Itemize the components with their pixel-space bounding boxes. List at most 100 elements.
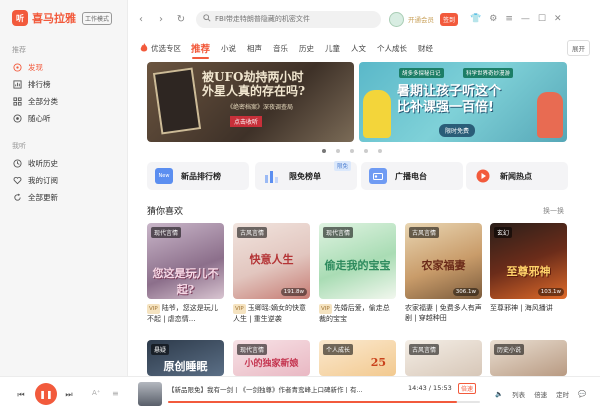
- sidebar-item-categories[interactable]: 全部分类: [0, 93, 127, 110]
- tab-crosstalk[interactable]: 相声: [247, 43, 262, 54]
- volume-icon[interactable]: 🔈: [495, 390, 503, 398]
- banner-ufo[interactable]: 被UFO劫持两小时 外星人真的存在吗? 《绝密档案》深夜调查局 点击收听: [147, 62, 354, 142]
- close-icon[interactable]: ✕: [554, 14, 562, 24]
- tab-recommend[interactable]: 推荐: [191, 41, 210, 59]
- vip-link[interactable]: 开通会员: [408, 14, 434, 24]
- book-desc[interactable]: VIP 陆爷，您这是玩儿不起 | 虐恋情...: [147, 303, 224, 324]
- sidebar-item-subscriptions[interactable]: 我的订阅: [0, 172, 127, 189]
- book-card[interactable]: 现代言情 偷走我的宝宝 VIP 先婚后爱，偷走总裁的宝宝: [319, 223, 396, 324]
- book-card[interactable]: 古风言情 快意人生 191.8w VIP 玉卿瑶:嫡女的快意人生 | 重生逆袭: [233, 223, 310, 324]
- tab-history[interactable]: 历史: [299, 43, 314, 54]
- minimize-icon[interactable]: —: [521, 14, 530, 24]
- cover-title: 小的独家新娘: [244, 359, 299, 369]
- shirt-icon[interactable]: 👕: [470, 14, 481, 24]
- carousel-dot[interactable]: [378, 149, 382, 153]
- track-cover[interactable]: [138, 382, 162, 406]
- sidebar-item-random-listen[interactable]: 随心听: [0, 110, 127, 127]
- banner-kids[interactable]: 胡多多探秘日记 科学世界奇妙漫游 暑期让孩子听这个 比补课强一百倍! 限时免费: [359, 62, 567, 142]
- quick-radio[interactable]: 广播电台: [361, 162, 463, 190]
- sidebar-section-recommend: 推荐: [12, 46, 26, 54]
- mode-badge[interactable]: 工作模式: [82, 11, 113, 25]
- compass-icon: [12, 63, 22, 73]
- banner-title: 被UFO劫持两小时 外星人真的存在吗?: [202, 70, 306, 98]
- progress-fill: [168, 401, 457, 403]
- refresh-button[interactable]: 换一换: [543, 206, 564, 216]
- book-cover[interactable]: 现代言情 您这是玩儿不起?: [147, 223, 224, 299]
- top-bar: ‹ › ↻ 开通会员 签到 👕 ⚙ ≡ — ☐ ✕: [128, 0, 600, 38]
- search-input[interactable]: [215, 15, 375, 23]
- maximize-icon[interactable]: ☐: [538, 14, 546, 24]
- reload-icon[interactable]: ↻: [174, 12, 188, 26]
- carousel-dot[interactable]: [322, 149, 326, 153]
- menu-icon[interactable]: ≡: [505, 14, 513, 24]
- book-desc[interactable]: VIP 先婚后爱，偷走总裁的宝宝: [319, 303, 396, 324]
- play-count: 306.1w: [452, 288, 479, 296]
- book-card[interactable]: 古风言情: [405, 340, 482, 376]
- quick-new-ranking[interactable]: New 新品排行榜: [147, 162, 249, 190]
- previous-icon[interactable]: ⏮: [15, 389, 27, 401]
- sidebar-item-label: 随心听: [28, 114, 51, 123]
- tab-novel[interactable]: 小说: [221, 43, 236, 54]
- book-card[interactable]: 玄幻 至尊邪神 103.1w 至尊邪神 | 海风播讲: [490, 223, 567, 313]
- sidebar-item-discover[interactable]: 发现: [0, 59, 127, 76]
- book-cover[interactable]: 古风言情 农家福妻 306.1w: [405, 223, 482, 299]
- tab-featured[interactable]: 优选专区: [140, 42, 181, 54]
- app-logo-icon[interactable]: 听: [12, 10, 28, 26]
- tab-humanities[interactable]: 人文: [351, 43, 366, 54]
- refresh-icon: [12, 193, 22, 203]
- book-card[interactable]: 现代言情 小的独家新娘: [233, 340, 310, 376]
- speed-button[interactable]: 倍速: [458, 383, 477, 394]
- tab-finance[interactable]: 财经: [418, 43, 433, 54]
- forward-icon[interactable]: ›: [154, 12, 168, 26]
- book-desc[interactable]: 至尊邪神 | 海风播讲: [490, 303, 567, 313]
- banner-photo: [152, 67, 202, 135]
- tab-growth[interactable]: 个人成长: [377, 43, 407, 54]
- checkin-badge[interactable]: 签到: [440, 12, 459, 26]
- carousel-dot[interactable]: [364, 149, 368, 153]
- timer-button[interactable]: 定时: [556, 389, 569, 399]
- track-title[interactable]: 【新品限免】我有一剑丨《一剑独尊》作者青鸾峰上口碑新作丨有...: [168, 384, 383, 394]
- search-box[interactable]: [196, 10, 381, 28]
- book-cover[interactable]: 古风言情 快意人生 191.8w: [233, 223, 310, 299]
- tab-music[interactable]: 音乐: [273, 43, 288, 54]
- quick-news[interactable]: 新闻热点: [466, 162, 568, 190]
- avatar[interactable]: [389, 11, 404, 27]
- book-cover[interactable]: 古风言情: [405, 340, 482, 376]
- app-name[interactable]: 喜马拉雅: [32, 10, 76, 26]
- banner-button[interactable]: 限时免费: [439, 124, 476, 137]
- book-card[interactable]: 个人成长 25: [319, 340, 396, 376]
- book-card[interactable]: 古风言情 农家福妻 306.1w 农家福妻 | 免费多人有声剧 | 穿越种田: [405, 223, 482, 323]
- progress-bar[interactable]: [168, 401, 480, 403]
- expand-button[interactable]: 展开: [567, 40, 590, 56]
- list-button[interactable]: 列表: [512, 389, 525, 399]
- ai-voice-icon[interactable]: A⁺: [92, 389, 100, 397]
- tab-kids[interactable]: 儿童: [325, 43, 340, 54]
- next-icon[interactable]: ⏭: [63, 389, 75, 401]
- comment-icon[interactable]: 💬: [578, 390, 586, 398]
- book-card[interactable]: 现代言情 您这是玩儿不起? VIP 陆爷，您这是玩儿不起 | 虐恋情...: [147, 223, 224, 324]
- book-cover[interactable]: 个人成长 25: [319, 340, 396, 376]
- back-icon[interactable]: ‹: [134, 12, 148, 26]
- book-card[interactable]: 悬疑 原创睡眠: [147, 340, 224, 376]
- book-cover[interactable]: 现代言情 小的独家新娘: [233, 340, 310, 376]
- gear-icon[interactable]: ⚙: [489, 14, 497, 24]
- book-desc[interactable]: 农家福妻 | 免费多人有声剧 | 穿越种田: [405, 303, 482, 323]
- book-cover[interactable]: 悬疑 原创睡眠: [147, 340, 224, 376]
- book-desc[interactable]: VIP 玉卿瑶:嫡女的快意人生 | 重生逆袭: [233, 303, 310, 324]
- quick-free-ranking[interactable]: 限免榜单 限免: [255, 161, 357, 190]
- book-cover[interactable]: 现代言情 偷走我的宝宝: [319, 223, 396, 299]
- book-cover[interactable]: 玄幻 至尊邪神 103.1w: [490, 223, 567, 299]
- sidebar-item-history[interactable]: 收听历史: [0, 155, 127, 172]
- book-card[interactable]: 历史小说: [490, 340, 567, 376]
- track-time: 14:43 / 15:53: [408, 384, 452, 392]
- speed-control[interactable]: 倍速: [534, 389, 547, 399]
- clock-icon: [12, 159, 22, 169]
- sidebar-item-ranking[interactable]: 排行榜: [0, 76, 127, 93]
- new-icon: New: [155, 168, 173, 184]
- carousel-dot[interactable]: [350, 149, 354, 153]
- playlist-icon[interactable]: ≡: [112, 389, 119, 398]
- book-cover[interactable]: 历史小说: [490, 340, 567, 376]
- carousel-dot[interactable]: [336, 149, 340, 153]
- pause-button[interactable]: ❚❚: [35, 383, 57, 405]
- sidebar-item-updates[interactable]: 全部更新: [0, 189, 127, 206]
